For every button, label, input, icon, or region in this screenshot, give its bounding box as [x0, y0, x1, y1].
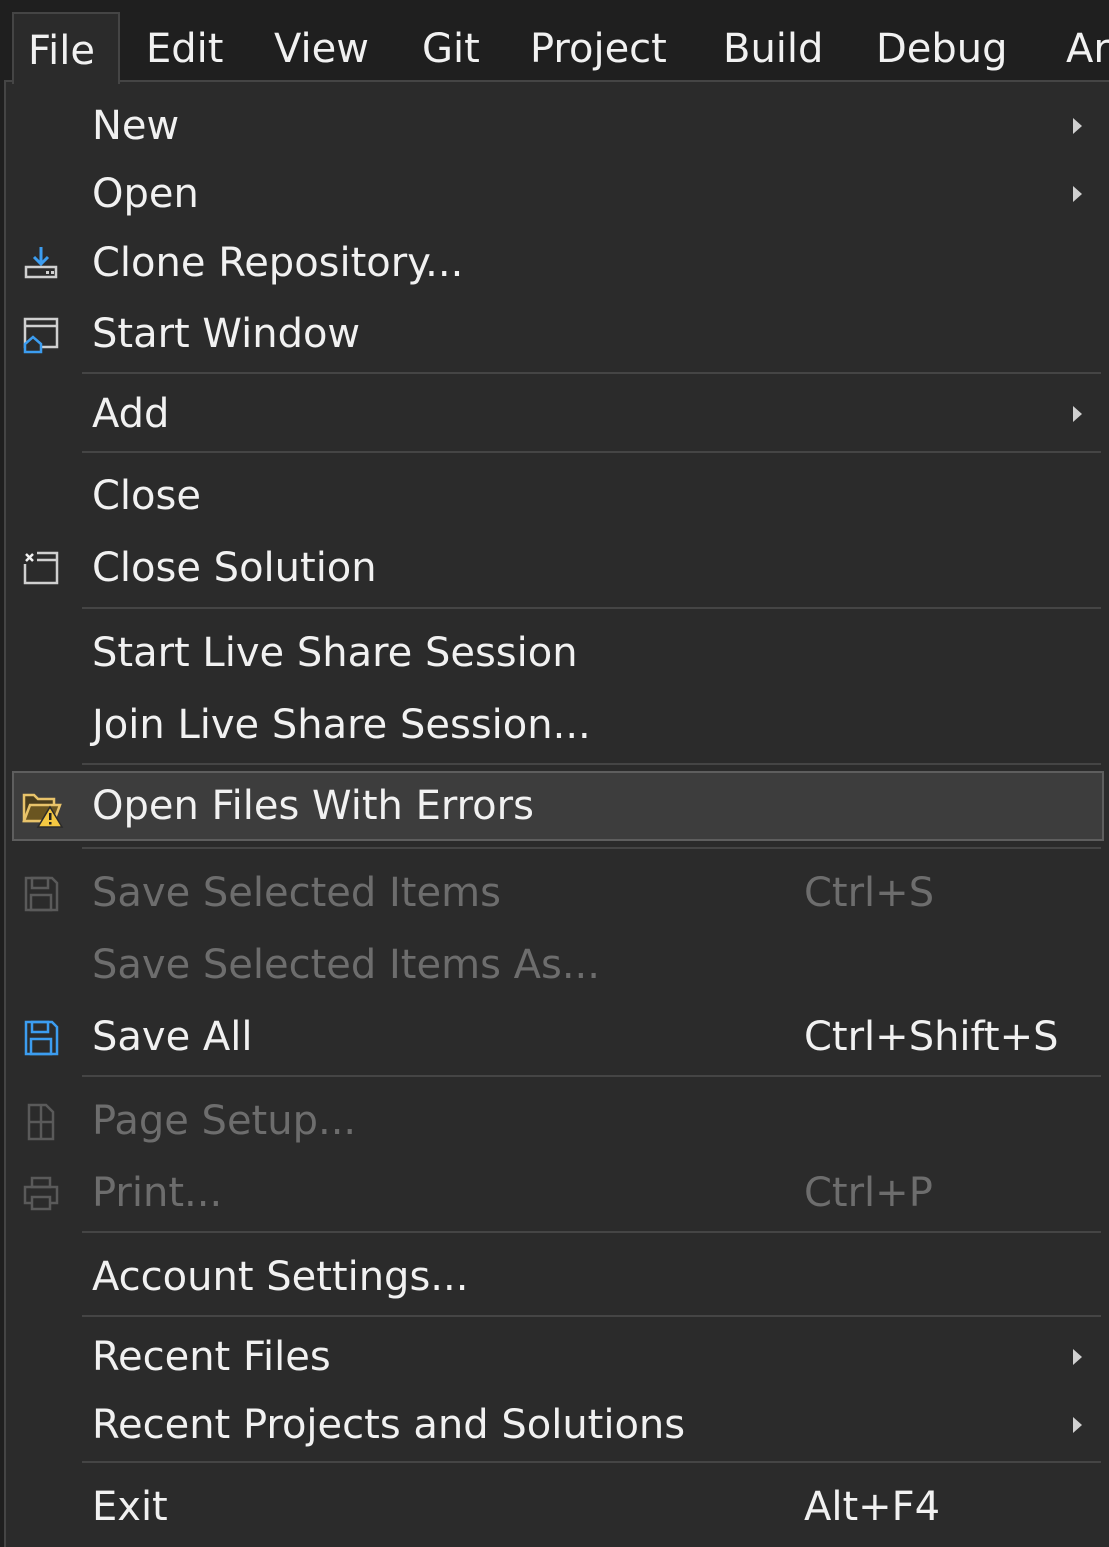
menu-item-save-selected-items-as-label: Save Selected Items As... [92, 942, 600, 988]
menu-view-label: View [274, 26, 369, 72]
menu-item-start-live-share[interactable]: Start Live Share Session [6, 619, 1107, 687]
save-all-icon [20, 1017, 62, 1059]
menu-item-account-settings[interactable]: Account Settings... [6, 1243, 1107, 1311]
shortcut-ctrl-shift-s: Ctrl+Shift+S [804, 1014, 1059, 1060]
menu-project[interactable]: Project [530, 0, 667, 82]
menu-debug-label: Debug [876, 26, 1008, 72]
menu-build[interactable]: Build [723, 0, 823, 82]
menu-item-recent-projects-label: Recent Projects and Solutions [92, 1402, 686, 1448]
menu-item-start-live-share-label: Start Live Share Session [92, 630, 578, 676]
menu-bar: File Edit View Git Project Build Debug A… [0, 0, 1109, 84]
menu-item-save-selected-items-label: Save Selected Items [92, 870, 501, 916]
menu-item-add-label: Add [92, 391, 170, 437]
menu-item-close-solution[interactable]: Close Solution [6, 534, 1107, 602]
submenu-arrow-icon [1073, 1349, 1082, 1365]
menu-item-exit[interactable]: Exit Alt+F4 [6, 1473, 1107, 1541]
menu-file-label: File [28, 28, 95, 74]
shortcut-ctrl-s: Ctrl+S [804, 870, 935, 916]
menu-debug[interactable]: Debug [876, 0, 1008, 82]
menu-item-start-window-label: Start Window [92, 311, 361, 357]
menu-separator [82, 1075, 1101, 1077]
menu-build-label: Build [723, 26, 824, 72]
print-icon [20, 1173, 62, 1215]
menu-git-label: Git [422, 26, 480, 72]
menu-separator [82, 451, 1101, 453]
folder-warning-icon [20, 787, 64, 829]
menu-separator [82, 1315, 1101, 1317]
menu-item-open-files-with-errors[interactable]: Open Files With Errors [12, 771, 1104, 841]
menu-project-label: Project [530, 26, 667, 72]
menu-item-join-live-share[interactable]: Join Live Share Session... [6, 691, 1107, 759]
menu-separator [82, 1461, 1101, 1463]
shortcut-ctrl-p: Ctrl+P [804, 1170, 933, 1216]
menu-item-new[interactable]: New [6, 92, 1107, 160]
page-setup-icon [20, 1101, 62, 1143]
menu-separator [82, 763, 1101, 765]
menu-view[interactable]: View [274, 0, 369, 82]
menu-edit[interactable]: Edit [146, 0, 223, 82]
close-solution-icon [20, 548, 62, 590]
shortcut-alt-f4: Alt+F4 [804, 1484, 941, 1530]
menu-item-print[interactable]: Print... Ctrl+P [6, 1159, 1107, 1227]
menu-item-open[interactable]: Open [6, 160, 1107, 228]
menu-item-new-label: New [92, 103, 180, 149]
menu-item-exit-label: Exit [92, 1484, 168, 1530]
menu-item-open-files-with-errors-label: Open Files With Errors [92, 783, 534, 829]
menu-item-save-all[interactable]: Save All Ctrl+Shift+S [6, 1003, 1107, 1071]
menu-analyze[interactable]: Ar [1066, 0, 1109, 82]
menu-item-recent-files[interactable]: Recent Files [6, 1323, 1107, 1391]
menu-item-close-label: Close [92, 473, 201, 519]
submenu-arrow-icon [1073, 1417, 1082, 1433]
menu-item-join-live-share-label: Join Live Share Session... [92, 702, 591, 748]
menu-separator [82, 1231, 1101, 1233]
menu-item-page-setup-label: Page Setup... [92, 1098, 357, 1144]
start-window-icon [20, 314, 62, 356]
menu-separator [82, 847, 1101, 849]
save-icon [20, 873, 62, 915]
menu-item-clone-repository[interactable]: Clone Repository... [6, 229, 1107, 297]
menu-analyze-label: Ar [1066, 26, 1109, 72]
menu-file[interactable]: File [12, 12, 120, 84]
menu-item-add[interactable]: Add [6, 380, 1107, 448]
menu-item-print-label: Print... [92, 1170, 223, 1216]
menu-item-account-settings-label: Account Settings... [92, 1254, 469, 1300]
menu-item-start-window[interactable]: Start Window [6, 300, 1107, 368]
menu-item-close-solution-label: Close Solution [92, 545, 377, 591]
menu-item-open-label: Open [92, 171, 199, 217]
menu-git[interactable]: Git [422, 0, 480, 82]
menu-item-close[interactable]: Close [6, 462, 1107, 530]
menu-item-save-selected-items[interactable]: Save Selected Items Ctrl+S [6, 859, 1107, 927]
menu-item-recent-projects[interactable]: Recent Projects and Solutions [6, 1391, 1107, 1459]
menu-separator [82, 372, 1101, 374]
menu-item-page-setup[interactable]: Page Setup... [6, 1087, 1107, 1155]
menu-item-clone-repository-label: Clone Repository... [92, 240, 464, 286]
submenu-arrow-icon [1073, 406, 1082, 422]
file-menu-dropdown: New Open Clone Repository... Start Windo… [4, 80, 1109, 1547]
menu-separator [82, 607, 1101, 609]
submenu-arrow-icon [1073, 186, 1082, 202]
menu-item-save-selected-items-as[interactable]: Save Selected Items As... [6, 931, 1107, 999]
submenu-arrow-icon [1073, 118, 1082, 134]
menu-item-recent-files-label: Recent Files [92, 1334, 331, 1380]
clone-download-icon [20, 243, 62, 285]
menu-edit-label: Edit [146, 26, 224, 72]
menu-item-save-all-label: Save All [92, 1014, 253, 1060]
